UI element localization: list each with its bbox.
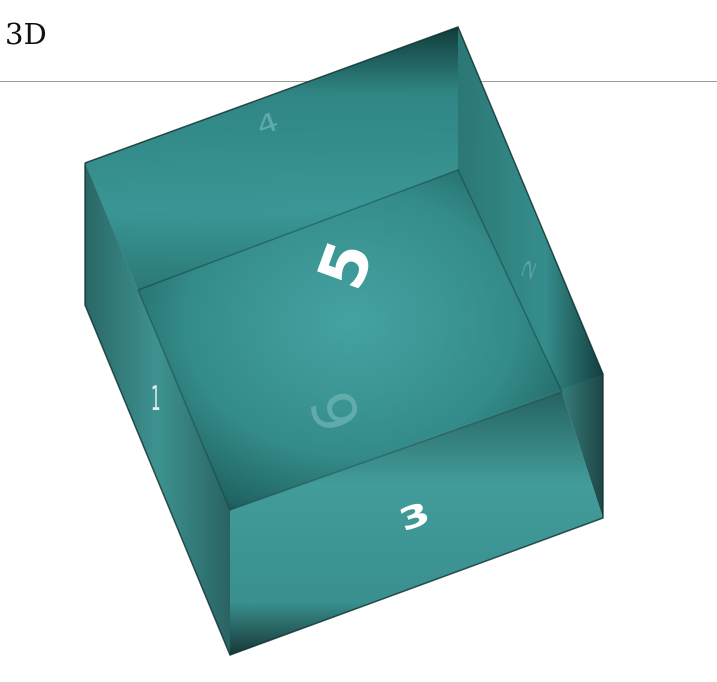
face-label-left: 1: [151, 380, 161, 419]
cube-scene[interactable]: 4 5 6 3 1 2: [0, 0, 717, 682]
